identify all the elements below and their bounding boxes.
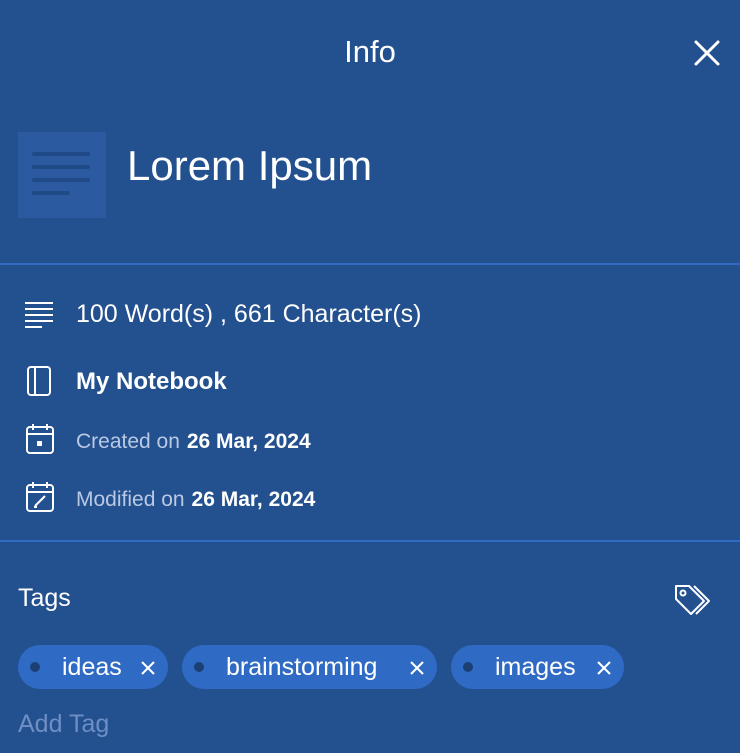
created-label: Created on [76,430,180,453]
text-lines-icon [22,297,56,329]
panel-title: Info [344,34,396,69]
close-icon [694,40,720,66]
remove-tag-icon [410,661,424,675]
word-character-count: 100 Word(s) , 661 Character(s) [76,300,422,328]
notebook-icon [22,365,56,397]
tag-label: ideas [62,653,122,681]
notebook-name[interactable]: My Notebook [76,367,227,397]
note-lines-icon [32,152,90,195]
tag-chip-ideas[interactable]: ideas [18,645,168,689]
remove-tag-button[interactable] [139,659,157,677]
tag-dot-icon [194,662,204,672]
tag-chip-images[interactable]: images [451,645,624,689]
notebook-row[interactable]: My Notebook [0,361,740,401]
tag-label: images [495,653,576,681]
modified-date: 26 Mar, 2024 [191,488,316,511]
tags-heading: Tags [18,584,71,612]
note-title: Lorem Ipsum [127,142,373,189]
word-count-row: 100 Word(s) , 661 Character(s) [0,293,740,333]
tag-chip-brainstorming[interactable]: brainstorming [182,645,437,689]
add-tag-input[interactable] [18,706,418,742]
close-button[interactable] [690,36,724,70]
tags-icon [675,585,710,615]
info-header: Info [0,0,740,104]
tag-dot-icon [463,662,473,672]
remove-tag-button[interactable] [595,659,613,677]
created-row: Created on 26 Mar, 2024 [0,419,740,459]
remove-tag-button[interactable] [408,659,426,677]
note-thumbnail [18,132,106,218]
calendar-icon [22,423,56,455]
manage-tags-button[interactable] [672,582,712,618]
divider [0,263,740,265]
created-date: 26 Mar, 2024 [186,430,311,453]
tag-label: brainstorming [226,653,378,681]
tag-dot-icon [30,662,40,672]
calendar-edit-icon [22,481,56,513]
modified-row: Modified on 26 Mar, 2024 [0,477,740,517]
divider [0,540,740,542]
remove-tag-icon [141,661,155,675]
remove-tag-icon [597,661,611,675]
modified-label: Modified on [76,488,185,511]
